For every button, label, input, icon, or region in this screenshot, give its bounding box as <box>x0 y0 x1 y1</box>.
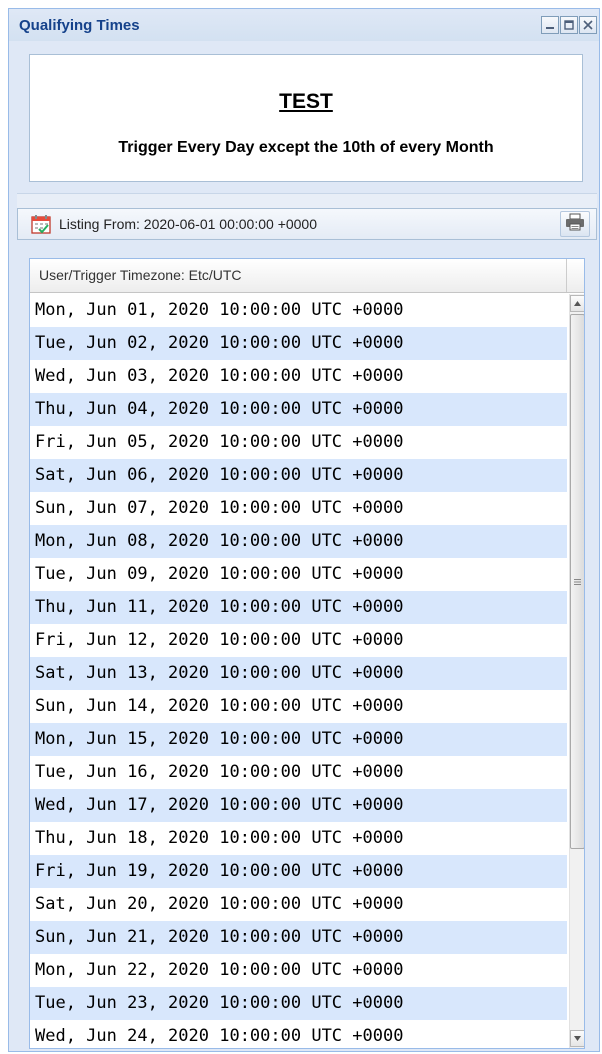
table-row[interactable]: Fri, Jun 19, 2020 10:00:00 UTC +0000 <box>30 855 567 888</box>
table-row[interactable]: Fri, Jun 12, 2020 10:00:00 UTC +0000 <box>30 624 567 657</box>
close-icon[interactable] <box>579 16 597 34</box>
scroll-up-button[interactable] <box>570 295 584 312</box>
table-row[interactable]: Mon, Jun 01, 2020 10:00:00 UTC +0000 <box>30 294 567 327</box>
trigger-description: Trigger Every Day except the 10th of eve… <box>118 139 494 156</box>
table-row[interactable]: Sat, Jun 13, 2020 10:00:00 UTC +0000 <box>30 657 567 690</box>
table-row[interactable]: Sun, Jun 14, 2020 10:00:00 UTC +0000 <box>30 690 567 723</box>
qualifying-times-grid: User/Trigger Timezone: Etc/UTC Mon, Jun … <box>29 258 585 1049</box>
calendar-icon <box>31 214 51 239</box>
table-row[interactable]: Wed, Jun 17, 2020 10:00:00 UTC +0000 <box>30 789 567 822</box>
grid-header: User/Trigger Timezone: Etc/UTC <box>30 259 584 293</box>
divider <box>17 193 597 208</box>
table-row[interactable]: Fri, Jun 05, 2020 10:00:00 UTC +0000 <box>30 426 567 459</box>
table-row[interactable]: Mon, Jun 08, 2020 10:00:00 UTC +0000 <box>30 525 567 558</box>
table-row[interactable]: Tue, Jun 09, 2020 10:00:00 UTC +0000 <box>30 558 567 591</box>
table-row[interactable]: Tue, Jun 23, 2020 10:00:00 UTC +0000 <box>30 987 567 1020</box>
table-row[interactable]: Thu, Jun 11, 2020 10:00:00 UTC +0000 <box>30 591 567 624</box>
scrollbar-thumb[interactable] <box>570 314 584 849</box>
window-tools <box>541 16 597 34</box>
table-row[interactable]: Thu, Jun 04, 2020 10:00:00 UTC +0000 <box>30 393 567 426</box>
qualifying-times-window: Qualifying Times TEST Trigger Every Day … <box>8 8 600 1052</box>
listing-toolbar: Listing From: 2020-06-01 00:00:00 +0000 <box>17 208 597 240</box>
print-icon <box>565 213 585 236</box>
vertical-scrollbar[interactable] <box>569 294 584 1048</box>
table-row[interactable]: Wed, Jun 03, 2020 10:00:00 UTC +0000 <box>30 360 567 393</box>
table-row[interactable]: Sat, Jun 20, 2020 10:00:00 UTC +0000 <box>30 888 567 921</box>
scroll-down-button[interactable] <box>570 1030 584 1047</box>
trigger-header: TEST Trigger Every Day except the 10th o… <box>29 54 583 182</box>
window-titlebar[interactable]: Qualifying Times <box>9 9 599 41</box>
table-row[interactable]: Sun, Jun 07, 2020 10:00:00 UTC +0000 <box>30 492 567 525</box>
table-row[interactable]: Sun, Jun 21, 2020 10:00:00 UTC +0000 <box>30 921 567 954</box>
trigger-name: TEST <box>279 90 333 113</box>
listing-from-label: Listing From: 2020-06-01 00:00:00 +0000 <box>59 216 318 232</box>
table-row[interactable]: Tue, Jun 02, 2020 10:00:00 UTC +0000 <box>30 327 567 360</box>
table-row[interactable]: Thu, Jun 18, 2020 10:00:00 UTC +0000 <box>30 822 567 855</box>
window-title: Qualifying Times <box>19 17 140 34</box>
table-row[interactable]: Wed, Jun 24, 2020 10:00:00 UTC +0000 <box>30 1020 567 1048</box>
grid-rows: Mon, Jun 01, 2020 10:00:00 UTC +0000 Tue,… <box>30 294 567 1048</box>
print-button[interactable] <box>560 211 590 237</box>
table-row[interactable]: Mon, Jun 15, 2020 10:00:00 UTC +0000 <box>30 723 567 756</box>
table-row[interactable]: Mon, Jun 22, 2020 10:00:00 UTC +0000 <box>30 954 567 987</box>
table-row[interactable]: Tue, Jun 16, 2020 10:00:00 UTC +0000 <box>30 756 567 789</box>
column-header-timezone[interactable]: User/Trigger Timezone: Etc/UTC <box>30 259 567 292</box>
minimize-icon[interactable] <box>541 16 559 34</box>
table-row[interactable]: Sat, Jun 06, 2020 10:00:00 UTC +0000 <box>30 459 567 492</box>
maximize-icon[interactable] <box>560 16 578 34</box>
